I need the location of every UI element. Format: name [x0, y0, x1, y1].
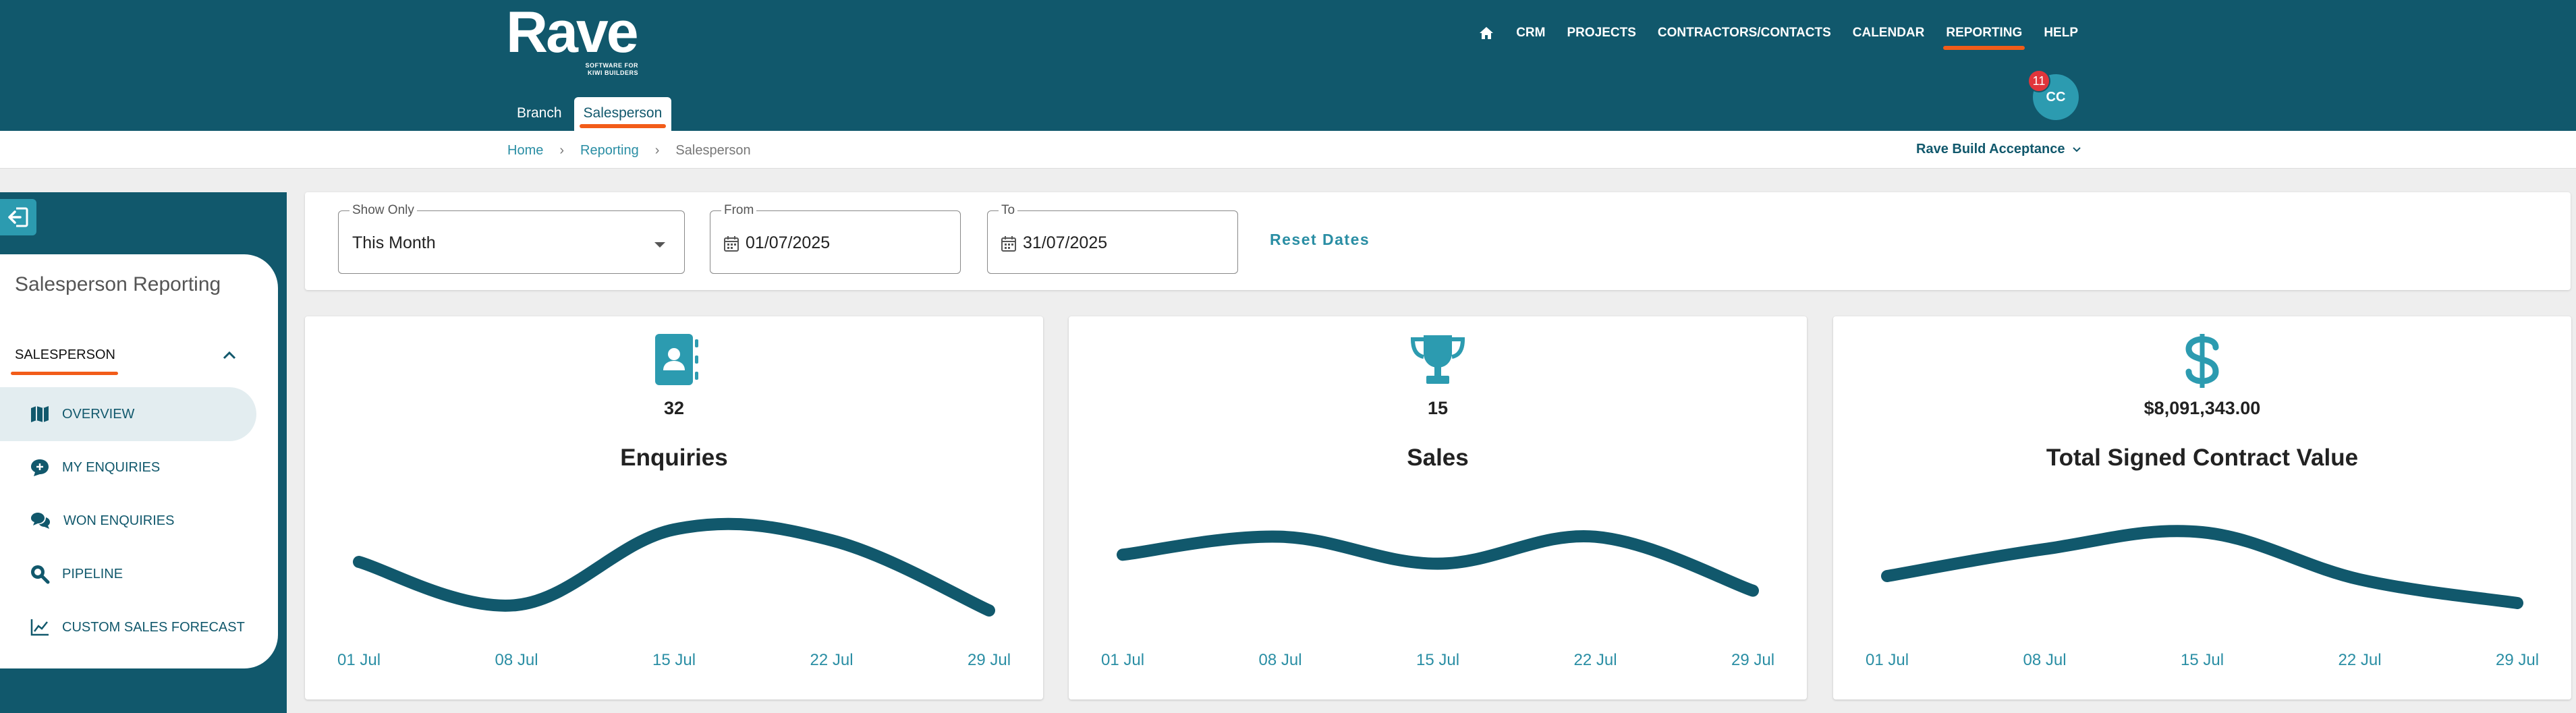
environment-selector[interactable]: Rave Build Acceptance: [1916, 142, 2082, 157]
nav-crm[interactable]: CRM: [1516, 26, 1545, 40]
breadcrumb: Home › Reporting › Salesperson: [507, 143, 751, 159]
logo-tagline-2: KIWI BUILDERS: [588, 69, 638, 76]
x-tick-label: 01 Jul: [1100, 651, 1145, 669]
sidebar-item-won-enquiries[interactable]: WON ENQUIRIES: [0, 494, 256, 548]
sidebar-section-salesperson[interactable]: SALESPERSON: [11, 347, 118, 375]
contract-value-trend-chart: [1881, 525, 2523, 609]
sidebar-item-custom-sales-forecast[interactable]: CUSTOM SALES FORECAST: [0, 600, 256, 654]
search-icon: [31, 565, 50, 584]
home-icon[interactable]: [1478, 25, 1494, 41]
x-tick-label: 08 Jul: [495, 651, 538, 669]
logo-text: Rave: [506, 0, 639, 65]
date-filter-bar: Show Only This Month From 01/07/2025 To …: [305, 192, 2571, 290]
series-line: [1881, 525, 2523, 609]
app-header: Rave SOFTWARE FOR KIWI BUILDERS CRM PROJ…: [0, 0, 2576, 131]
sidebar-item-label: MY ENQUIRIES: [62, 459, 161, 475]
nav-projects[interactable]: PROJECTS: [1567, 26, 1635, 40]
from-date-value: 01/07/2025: [746, 233, 831, 252]
sidebar-item-pipeline[interactable]: PIPELINE: [0, 547, 256, 601]
chat-plus-icon: [31, 459, 49, 476]
to-date-field[interactable]: To 31/07/2025: [987, 203, 1238, 274]
sidebar-item-my-enquiries[interactable]: MY ENQUIRIES: [0, 440, 256, 494]
line-chart-icon: [30, 619, 49, 636]
enquiries-card[interactable]: 32 Enquiries 01 Jul 08 Jul 15 Jul 22 Jul 29 …: [305, 316, 1043, 700]
sidebar-title: Salesperson Reporting: [15, 273, 221, 295]
sidebar-item-label: PIPELINE: [62, 566, 123, 581]
breadcrumb-separator: ›: [559, 143, 565, 158]
sidebar-item-label: CUSTOM SALES FORECAST: [62, 619, 245, 635]
show-only-value: This Month: [352, 233, 436, 252]
x-tick-label: 15 Jul: [2180, 651, 2224, 669]
x-tick-label: 29 Jul: [1731, 651, 1775, 669]
chats-icon: [31, 513, 50, 529]
from-date-display: 01/07/2025: [724, 233, 830, 253]
tab-branch[interactable]: Branch: [507, 97, 571, 131]
x-tick-label: 15 Jul: [1416, 651, 1460, 669]
x-tick-label: 22 Jul: [1573, 651, 1617, 669]
nav-reporting[interactable]: REPORTING: [1943, 26, 2025, 50]
tab-salesperson[interactable]: Salesperson: [573, 97, 672, 131]
from-label: From: [721, 203, 757, 218]
x-tick-label: 01 Jul: [1865, 651, 1909, 669]
breadcrumb-bar: Home › Reporting › Salesperson Rave Buil…: [0, 131, 2576, 169]
to-label: To: [999, 203, 1018, 218]
x-tick-label: 22 Jul: [2338, 651, 2382, 669]
chevron-up-icon[interactable]: [220, 346, 239, 365]
sidebar-item-overview[interactable]: OVERVIEW: [0, 387, 256, 441]
map-icon: [31, 406, 49, 422]
breadcrumb-separator: ›: [654, 143, 660, 158]
sidebar-item-label: OVERVIEW: [62, 406, 135, 422]
chevron-down-icon: [2073, 146, 2081, 152]
show-only-label: Show Only: [349, 203, 417, 218]
reporting-subtabs: Branch Salesperson: [507, 95, 674, 131]
x-tick-label: 29 Jul: [2495, 651, 2540, 669]
sales-trend-chart: [1117, 530, 1759, 597]
calendar-icon: [724, 235, 739, 252]
top-navigation: CRM PROJECTS CONTRACTORS/CONTACTS CALEND…: [1457, 23, 2078, 50]
x-tick-label: 08 Jul: [1258, 651, 1302, 669]
sales-card[interactable]: 15 Sales 01 Jul 08 Jul 15 Jul 22 Jul 29 Jul: [1069, 316, 1807, 700]
enquiries-trend-chart: [353, 517, 995, 617]
reset-dates-button[interactable]: Reset Dates: [1270, 231, 1370, 249]
caret-down-icon: [654, 242, 665, 248]
sidebar-item-label: WON ENQUIRIES: [63, 513, 175, 528]
x-tick-label: 08 Jul: [2023, 651, 2067, 669]
exit-icon: [8, 207, 28, 227]
calendar-icon: [1001, 235, 1016, 252]
x-tick-label: 01 Jul: [337, 651, 381, 669]
breadcrumb-current: Salesperson: [675, 143, 751, 158]
series-line: [1117, 530, 1759, 597]
to-date-display: 31/07/2025: [1001, 233, 1107, 253]
breadcrumb-reporting[interactable]: Reporting: [580, 143, 639, 159]
to-date-value: 31/07/2025: [1023, 233, 1108, 252]
from-date-field[interactable]: From 01/07/2025: [710, 203, 961, 274]
notification-badge[interactable]: 11: [2027, 69, 2050, 92]
contract-value-card[interactable]: $8,091,343.00 Total Signed Contract Valu…: [1833, 316, 2571, 700]
show-only-select[interactable]: Show Only This Month: [338, 203, 685, 274]
nav-contractors-contacts[interactable]: CONTRACTORS/CONTACTS: [1658, 26, 1831, 40]
x-tick-label: 22 Jul: [810, 651, 853, 669]
x-tick-label: 29 Jul: [967, 651, 1011, 669]
environment-label: Rave Build Acceptance: [1916, 142, 2065, 156]
rave-logo[interactable]: Rave SOFTWARE FOR KIWI BUILDERS: [506, 3, 648, 77]
sidebar-menu-card: Salesperson Reporting SALESPERSON OVERVI…: [0, 254, 278, 668]
breadcrumb-home[interactable]: Home: [507, 143, 543, 159]
series-line: [353, 517, 995, 617]
nav-calendar[interactable]: CALENDAR: [1853, 26, 1925, 40]
x-tick-label: 15 Jul: [652, 651, 696, 669]
nav-help[interactable]: HELP: [2044, 26, 2078, 40]
exit-reporting-button[interactable]: [0, 199, 36, 235]
